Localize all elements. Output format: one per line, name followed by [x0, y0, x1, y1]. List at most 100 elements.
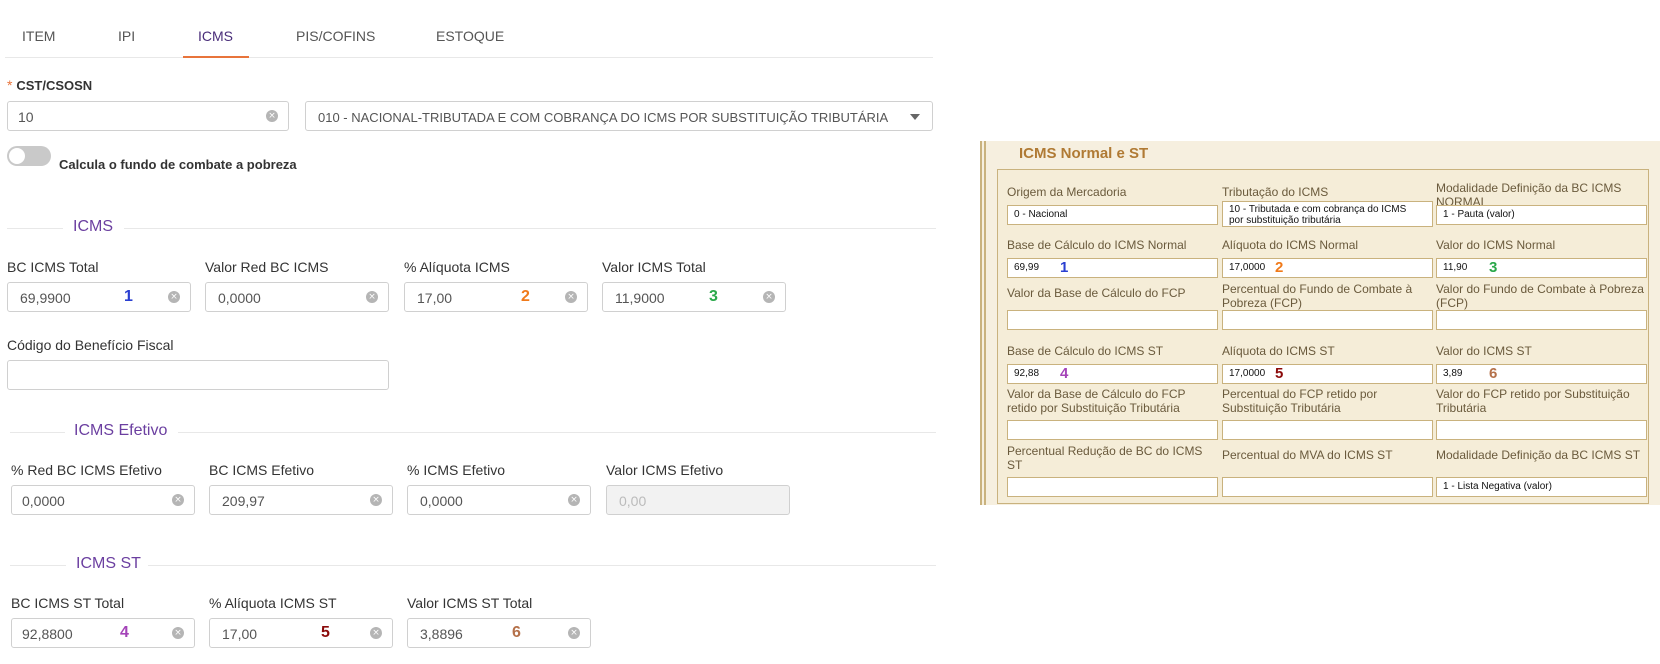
legacy-field-value: 11,90	[1443, 262, 1468, 273]
cst-description-value: 010 - NACIONAL-TRIBUTADA E COM COBRANÇA …	[318, 110, 889, 125]
fcp-toggle[interactable]	[7, 146, 51, 166]
valor-icms-st-total-label: Valor ICMS ST Total	[407, 595, 533, 611]
legacy-field-label: Valor do Fundo de Combate à Pobreza (FCP…	[1436, 282, 1644, 310]
clear-icon[interactable]: ×	[266, 110, 278, 122]
bc-icms-total-label: BC ICMS Total	[7, 259, 99, 275]
legacy-field-input[interactable]: 69,99 1	[1007, 258, 1218, 278]
red-bc-icms-efetivo-input[interactable]: 0,0000 ×	[11, 485, 195, 515]
valor-icms-st-total-value: 3,8896	[420, 626, 463, 642]
icms-section-title: ICMS	[73, 218, 113, 235]
icms-efetivo-section-title: ICMS Efetivo	[74, 422, 168, 439]
tab-pis-cofins[interactable]: PIS/COFINS	[296, 28, 375, 44]
legacy-field-input[interactable]: 17,0000 2	[1222, 258, 1433, 278]
tab-item[interactable]: ITEM	[22, 28, 55, 44]
legacy-field-label: Tributação do ICMS	[1222, 185, 1329, 199]
valor-red-bc-icms-value: 0,0000	[218, 290, 261, 306]
clear-icon[interactable]: ×	[568, 494, 580, 506]
legacy-field-input[interactable]	[1222, 477, 1433, 497]
legacy-field-label: Alíquota do ICMS ST	[1222, 344, 1335, 358]
beneficio-fiscal-input[interactable]	[7, 360, 389, 390]
valor-icms-st-total-input[interactable]: 3,8896 6 ×	[407, 618, 591, 648]
legacy-field-input[interactable]	[1436, 420, 1647, 440]
legacy-field-label: Valor do ICMS Normal	[1436, 238, 1556, 252]
valor-icms-efetivo-label: Valor ICMS Efetivo	[606, 462, 724, 478]
legacy-field-label: Percentual do Fundo de Combate à Pobreza…	[1222, 282, 1413, 310]
bc-icms-st-total-value: 92,8800	[22, 626, 73, 642]
clear-icon[interactable]: ×	[366, 291, 378, 303]
legacy-field-input[interactable]	[1436, 310, 1647, 330]
toggle-knob	[9, 148, 25, 164]
legacy-field-input[interactable]	[1007, 420, 1218, 440]
legacy-field-input[interactable]: 0 - Nacional	[1007, 205, 1218, 225]
icms-st-divider-left	[10, 565, 66, 566]
legacy-field-label: Modalidade Definição da BC ICMS ST	[1436, 448, 1641, 462]
legacy-field-input[interactable]: 1 - Pauta (valor)	[1436, 205, 1647, 225]
clear-icon[interactable]: ×	[172, 494, 184, 506]
clear-icon[interactable]: ×	[168, 291, 180, 303]
icms-st-divider-right	[148, 565, 936, 566]
cst-code-input[interactable]: 10 ×	[7, 101, 289, 131]
legacy-field-value: 69,99	[1014, 262, 1040, 273]
legacy-field-input[interactable]: 17,0000 5	[1222, 364, 1433, 384]
legacy-field-input[interactable]	[1222, 310, 1433, 330]
legacy-marker-2: 2	[1275, 259, 1284, 276]
marker-3: 3	[709, 288, 718, 305]
legacy-marker-5: 5	[1275, 365, 1284, 382]
valor-icms-total-input[interactable]: 11,9000 3 ×	[602, 282, 786, 312]
legacy-field-value: 17,0000	[1229, 368, 1266, 379]
clear-icon[interactable]: ×	[565, 291, 577, 303]
bc-icms-efetivo-input[interactable]: 209,97 ×	[209, 485, 393, 515]
marker-6: 6	[512, 624, 521, 641]
legacy-field-input[interactable]: 1 - Lista Negativa (valor)	[1436, 477, 1647, 497]
clear-icon[interactable]: ×	[370, 627, 382, 639]
tab-ipi[interactable]: IPI	[118, 28, 135, 44]
aliquota-icms-st-value: 17,00	[222, 626, 258, 642]
icms-efetivo-percent-value: 0,0000	[420, 493, 463, 509]
valor-icms-efetivo-value: 0,00	[619, 493, 647, 509]
legacy-field-input[interactable]: 10 - Tributada e com cobrança do ICMS po…	[1222, 201, 1433, 227]
clear-icon[interactable]: ×	[763, 291, 775, 303]
icms-efetivo-percent-label: % ICMS Efetivo	[407, 462, 506, 478]
legacy-panel-title: ICMS Normal e ST	[1019, 145, 1149, 162]
legacy-field-input[interactable]	[1222, 420, 1433, 440]
legacy-field-label: Origem da Mercadoria	[1007, 185, 1127, 199]
clear-icon[interactable]: ×	[370, 494, 382, 506]
red-bc-icms-efetivo-label: % Red BC ICMS Efetivo	[11, 462, 162, 478]
bc-icms-efetivo-value: 209,97	[222, 493, 265, 509]
icms-st-section-title: ICMS ST	[76, 555, 141, 572]
fcp-toggle-label: Calcula o fundo de combate a pobreza	[59, 157, 297, 172]
legacy-field-label: Valor da Base de Cálculo do FCP	[1007, 286, 1186, 300]
legacy-field-value: 3,89	[1443, 368, 1463, 379]
clear-icon[interactable]: ×	[172, 627, 184, 639]
legacy-field-input[interactable]	[1007, 477, 1218, 497]
bc-icms-st-total-label: BC ICMS ST Total	[11, 595, 125, 611]
bc-icms-efetivo-label: BC ICMS Efetivo	[209, 462, 315, 478]
tab-estoque[interactable]: ESTOQUE	[436, 28, 504, 44]
cst-description-select[interactable]: 010 - NACIONAL-TRIBUTADA E COM COBRANÇA …	[305, 101, 933, 131]
legacy-field-value: 92,88	[1014, 368, 1040, 379]
bc-icms-st-total-input[interactable]: 92,8800 4 ×	[11, 618, 195, 648]
legacy-field-value: 1 - Pauta (valor)	[1443, 209, 1515, 220]
legacy-field-input[interactable]: 92,88 4	[1007, 364, 1218, 384]
valor-red-bc-icms-input[interactable]: 0,0000 ×	[205, 282, 389, 312]
tabs-divider	[5, 57, 933, 58]
legacy-field-value: 1 - Lista Negativa (valor)	[1443, 481, 1552, 492]
chevron-down-icon[interactable]	[910, 114, 920, 120]
bc-icms-total-input[interactable]: 69,9900 1 ×	[7, 282, 191, 312]
aliquota-icms-label: % Alíquota ICMS	[404, 259, 510, 275]
aliquota-icms-st-input[interactable]: 17,00 5 ×	[209, 618, 393, 648]
aliquota-icms-input[interactable]: 17,00 2 ×	[404, 282, 588, 312]
icms-efetivo-percent-input[interactable]: 0,0000 ×	[407, 485, 591, 515]
clear-icon[interactable]: ×	[568, 627, 580, 639]
cst-code-value: 10	[18, 109, 34, 125]
legacy-field-input[interactable]: 11,90 3	[1436, 258, 1647, 278]
legacy-field-input[interactable]	[1007, 310, 1218, 330]
marker-2: 2	[521, 288, 530, 305]
icms-efetivo-divider-right	[178, 432, 936, 433]
tab-icms[interactable]: ICMS	[198, 28, 233, 44]
red-bc-icms-efetivo-value: 0,0000	[22, 493, 65, 509]
marker-1: 1	[124, 288, 133, 305]
valor-icms-total-label: Valor ICMS Total	[602, 259, 706, 275]
legacy-field-input[interactable]: 3,89 6	[1436, 364, 1647, 384]
icms-divider-left	[7, 228, 63, 229]
